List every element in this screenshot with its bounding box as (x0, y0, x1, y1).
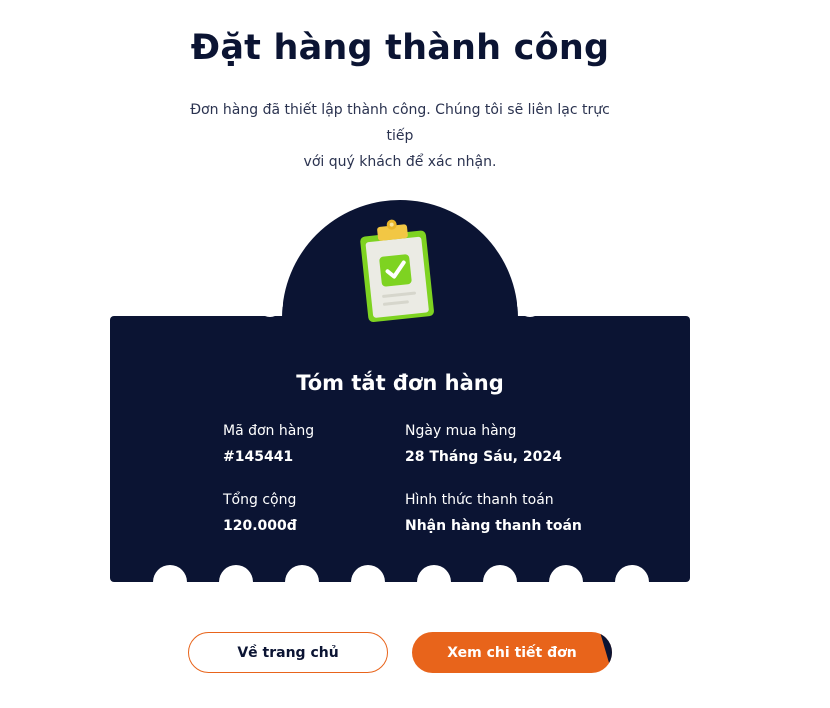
order-id-label: Mã đơn hàng (223, 423, 315, 439)
view-order-details-label: Xem chi tiết đơn (447, 644, 577, 661)
order-summary-card (100, 200, 700, 602)
payment-method-label: Hình thức thanh toán (405, 492, 554, 508)
view-order-details-button[interactable]: Xem chi tiết đơn (412, 632, 612, 673)
order-date-field: Ngày mua hàng 28 Tháng Sáu, 2024 (405, 423, 562, 473)
summary-title: Tóm tắt đơn hàng (296, 371, 504, 395)
order-total-label: Tổng cộng (223, 492, 297, 508)
order-date-label: Ngày mua hàng (405, 423, 517, 439)
order-total-field: Tổng cộng 120.000đ (223, 492, 297, 542)
clipboard-check-icon (356, 215, 444, 325)
order-success-page: Đặt hàng thành công Đơn hàng đã thiết lậ… (0, 0, 830, 708)
payment-method-field: Hình thức thanh toán Nhận hàng thanh toá… (405, 492, 582, 542)
home-button[interactable]: Về trang chủ (188, 632, 388, 673)
order-date-value: 28 Tháng Sáu, 2024 (405, 449, 562, 465)
order-id-field: Mã đơn hàng #145441 (223, 423, 314, 473)
order-total-value: 120.000đ (223, 518, 297, 534)
payment-method-value: Nhận hàng thanh toán (405, 518, 582, 534)
order-id-value: #145441 (223, 449, 294, 465)
